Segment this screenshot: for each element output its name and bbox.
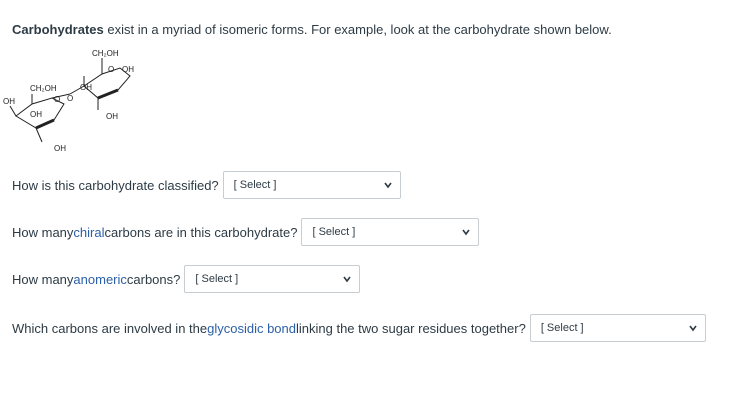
chevron-down-icon (689, 325, 697, 332)
intro-rest: exist in a myriad of isomeric forms. For… (103, 22, 612, 37)
label-ch2oh-top: CH₂OH (92, 49, 119, 58)
glycosidic-select-value: [ Select ] (540, 322, 584, 334)
classification-select-value: [ Select ] (233, 179, 277, 191)
question-classification-text: How is this carbohydrate classified? (12, 177, 219, 193)
chiral-select-value: [ Select ] (312, 226, 356, 238)
question-anomeric: How many anomeric carbons? [ Select ] (12, 265, 361, 293)
glycosidic-select[interactable]: [ Select ] (529, 314, 706, 342)
question-glycosidic: Which carbons are involved in the glycos… (12, 314, 706, 342)
label-oh-left-inner: OH (30, 110, 42, 119)
label-o-right: O (108, 65, 114, 74)
question-glycosidic-post: linking the two sugar residues together? (296, 320, 526, 336)
chevron-down-icon (343, 276, 352, 283)
label-o-left-ring: O (54, 95, 60, 104)
question-classification: How is this carbohydrate classified? [ S… (12, 171, 401, 199)
intro-bold: Carbohydrates (12, 22, 104, 37)
question-chiral: How many chiral carbons are in this carb… (12, 218, 480, 246)
anomeric-link[interactable]: anomeric (73, 272, 126, 287)
label-oh-left-bottom: OH (54, 144, 66, 153)
glycosidic-link[interactable]: glycosidic bond (207, 321, 296, 336)
classification-select[interactable]: [ Select ] (222, 171, 401, 199)
question-chiral-post: carbons are in this carbohydrate? (104, 224, 298, 240)
label-oh-ring-right: OH (80, 83, 92, 92)
question-chiral-pre: How many (12, 224, 74, 240)
anomeric-select[interactable]: [ Select ] (184, 265, 361, 293)
disaccharide-structure-image: CH₂OH O OH CH₂OH OH OH O O OH OH OH (3, 49, 134, 153)
label-o-bridge: O (67, 94, 73, 103)
question-glycosidic-pre: Which carbons are involved in the (12, 320, 208, 336)
anomeric-select-value: [ Select ] (195, 273, 239, 285)
intro-text: Carbohydrates exist in a myriad of isome… (12, 22, 612, 37)
question-anomeric-post: carbons? (126, 271, 181, 287)
chevron-down-icon (384, 182, 392, 189)
label-oh-right-bottom: OH (106, 112, 118, 121)
label-ch2oh-left: CH₂OH (30, 84, 57, 93)
chevron-down-icon (462, 229, 471, 236)
label-oh-far-left: OH (3, 97, 15, 106)
chiral-select[interactable]: [ Select ] (301, 218, 480, 246)
chiral-link[interactable]: chiral (73, 225, 104, 240)
label-oh-right-top: OH (122, 65, 134, 74)
question-anomeric-pre: How many (12, 271, 74, 287)
